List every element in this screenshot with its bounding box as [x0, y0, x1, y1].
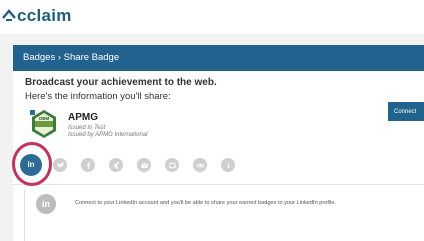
xing-icon: [113, 161, 119, 169]
share-badge-panel: Badges › Share Badge Broadcast your achi…: [12, 45, 424, 241]
top-bar: cclaim: [0, 0, 424, 34]
email-icon: [140, 162, 148, 168]
share-tabs: in: [12, 142, 424, 186]
info-subheading: Here's the information you'll share:: [25, 91, 171, 102]
broadcast-heading: Broadcast your achievement to the web.: [25, 77, 217, 88]
breadcrumb: Badges › Share Badge: [13, 45, 424, 71]
badge-name: APMG: [68, 112, 98, 123]
facebook-icon: [86, 162, 90, 169]
tab-twitter[interactable]: [53, 158, 67, 172]
badge-image: OBM: [30, 110, 56, 138]
tab-linkedin[interactable]: in: [20, 154, 42, 176]
connect-button[interactable]: Connect: [388, 102, 424, 121]
svg-text:OBM: OBM: [39, 116, 50, 121]
linkedin-description: Connect to your LinkedIn account and you…: [75, 200, 337, 206]
tab-link[interactable]: [193, 158, 207, 172]
link-icon: [196, 163, 204, 167]
linkedin-share-area: in Connect to your LinkedIn account and …: [24, 190, 424, 241]
acclaim-logo-icon: [2, 9, 16, 21]
tab-embed[interactable]: [165, 158, 179, 172]
tab-email[interactable]: [137, 158, 151, 172]
linkedin-icon: in: [27, 160, 35, 169]
embed-icon: [168, 162, 176, 168]
acclaim-logo[interactable]: cclaim: [2, 6, 72, 26]
badge-issued-to: Issued to Test: [68, 125, 106, 131]
linkedin-avatar-icon: in: [36, 194, 56, 214]
info-icon: [227, 162, 229, 168]
tab-xing[interactable]: [109, 158, 123, 172]
badge-issued-by: Issued by APMG International: [68, 132, 148, 138]
twitter-icon: [56, 161, 64, 167]
brand-name: cclaim: [17, 6, 72, 25]
tab-facebook[interactable]: [81, 158, 95, 172]
tab-info[interactable]: [221, 158, 235, 172]
